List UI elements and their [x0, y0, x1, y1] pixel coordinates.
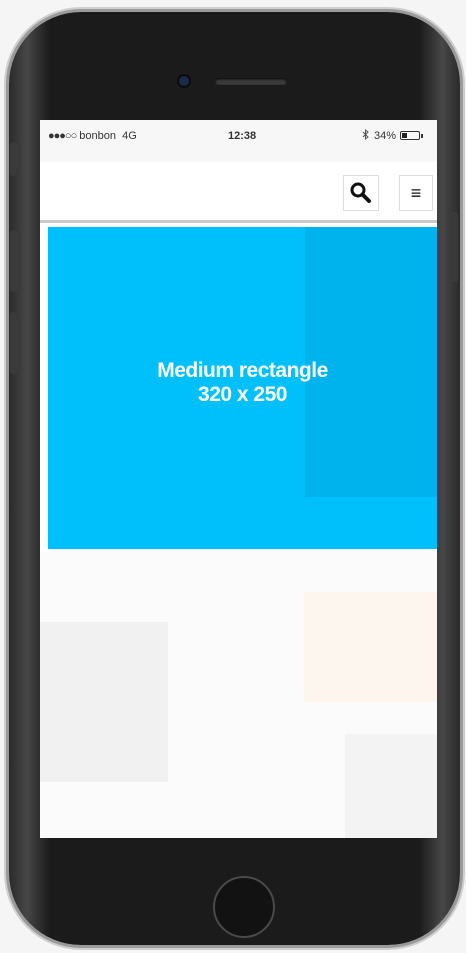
carrier-info: ●●●○○ bonbon 4G [48, 130, 137, 142]
menu-button[interactable]: ≡ [399, 175, 433, 211]
network-type: 4G [122, 130, 137, 142]
battery-cap [421, 134, 423, 138]
status-bar: ●●●○○ bonbon 4G 12:38 34% [40, 120, 437, 162]
carrier-name: bonbon [79, 130, 116, 142]
content-block [345, 734, 437, 838]
app-header: ≡ [40, 162, 437, 223]
signal-strength: ●●●○○ [48, 130, 77, 142]
search-button[interactable] [343, 175, 379, 211]
content-block [40, 622, 168, 782]
phone-screen: ●●●○○ bonbon 4G 12:38 34% ≡ Medium rectan… [40, 120, 437, 838]
volume-down-button [10, 312, 18, 374]
status-time: 12:38 [228, 130, 257, 142]
medium-rectangle-ad[interactable]: Medium rectangle 320 x 250 [48, 227, 437, 549]
bluetooth-icon [362, 128, 369, 143]
search-icon [350, 182, 371, 203]
front-camera [179, 76, 189, 86]
battery-percent: 34% [374, 130, 397, 142]
power-button [450, 212, 458, 282]
home-button[interactable] [213, 876, 275, 938]
content-block [304, 592, 437, 702]
page-content [40, 552, 437, 838]
earpiece-speaker [215, 78, 287, 85]
volume-up-button [10, 230, 18, 292]
battery-icon [400, 131, 420, 140]
ad-title: Medium rectangle [157, 359, 328, 382]
hamburger-menu-icon: ≡ [410, 183, 422, 203]
mute-switch [10, 142, 18, 176]
battery-level [402, 133, 407, 138]
ad-size: 320 x 250 [198, 383, 287, 406]
